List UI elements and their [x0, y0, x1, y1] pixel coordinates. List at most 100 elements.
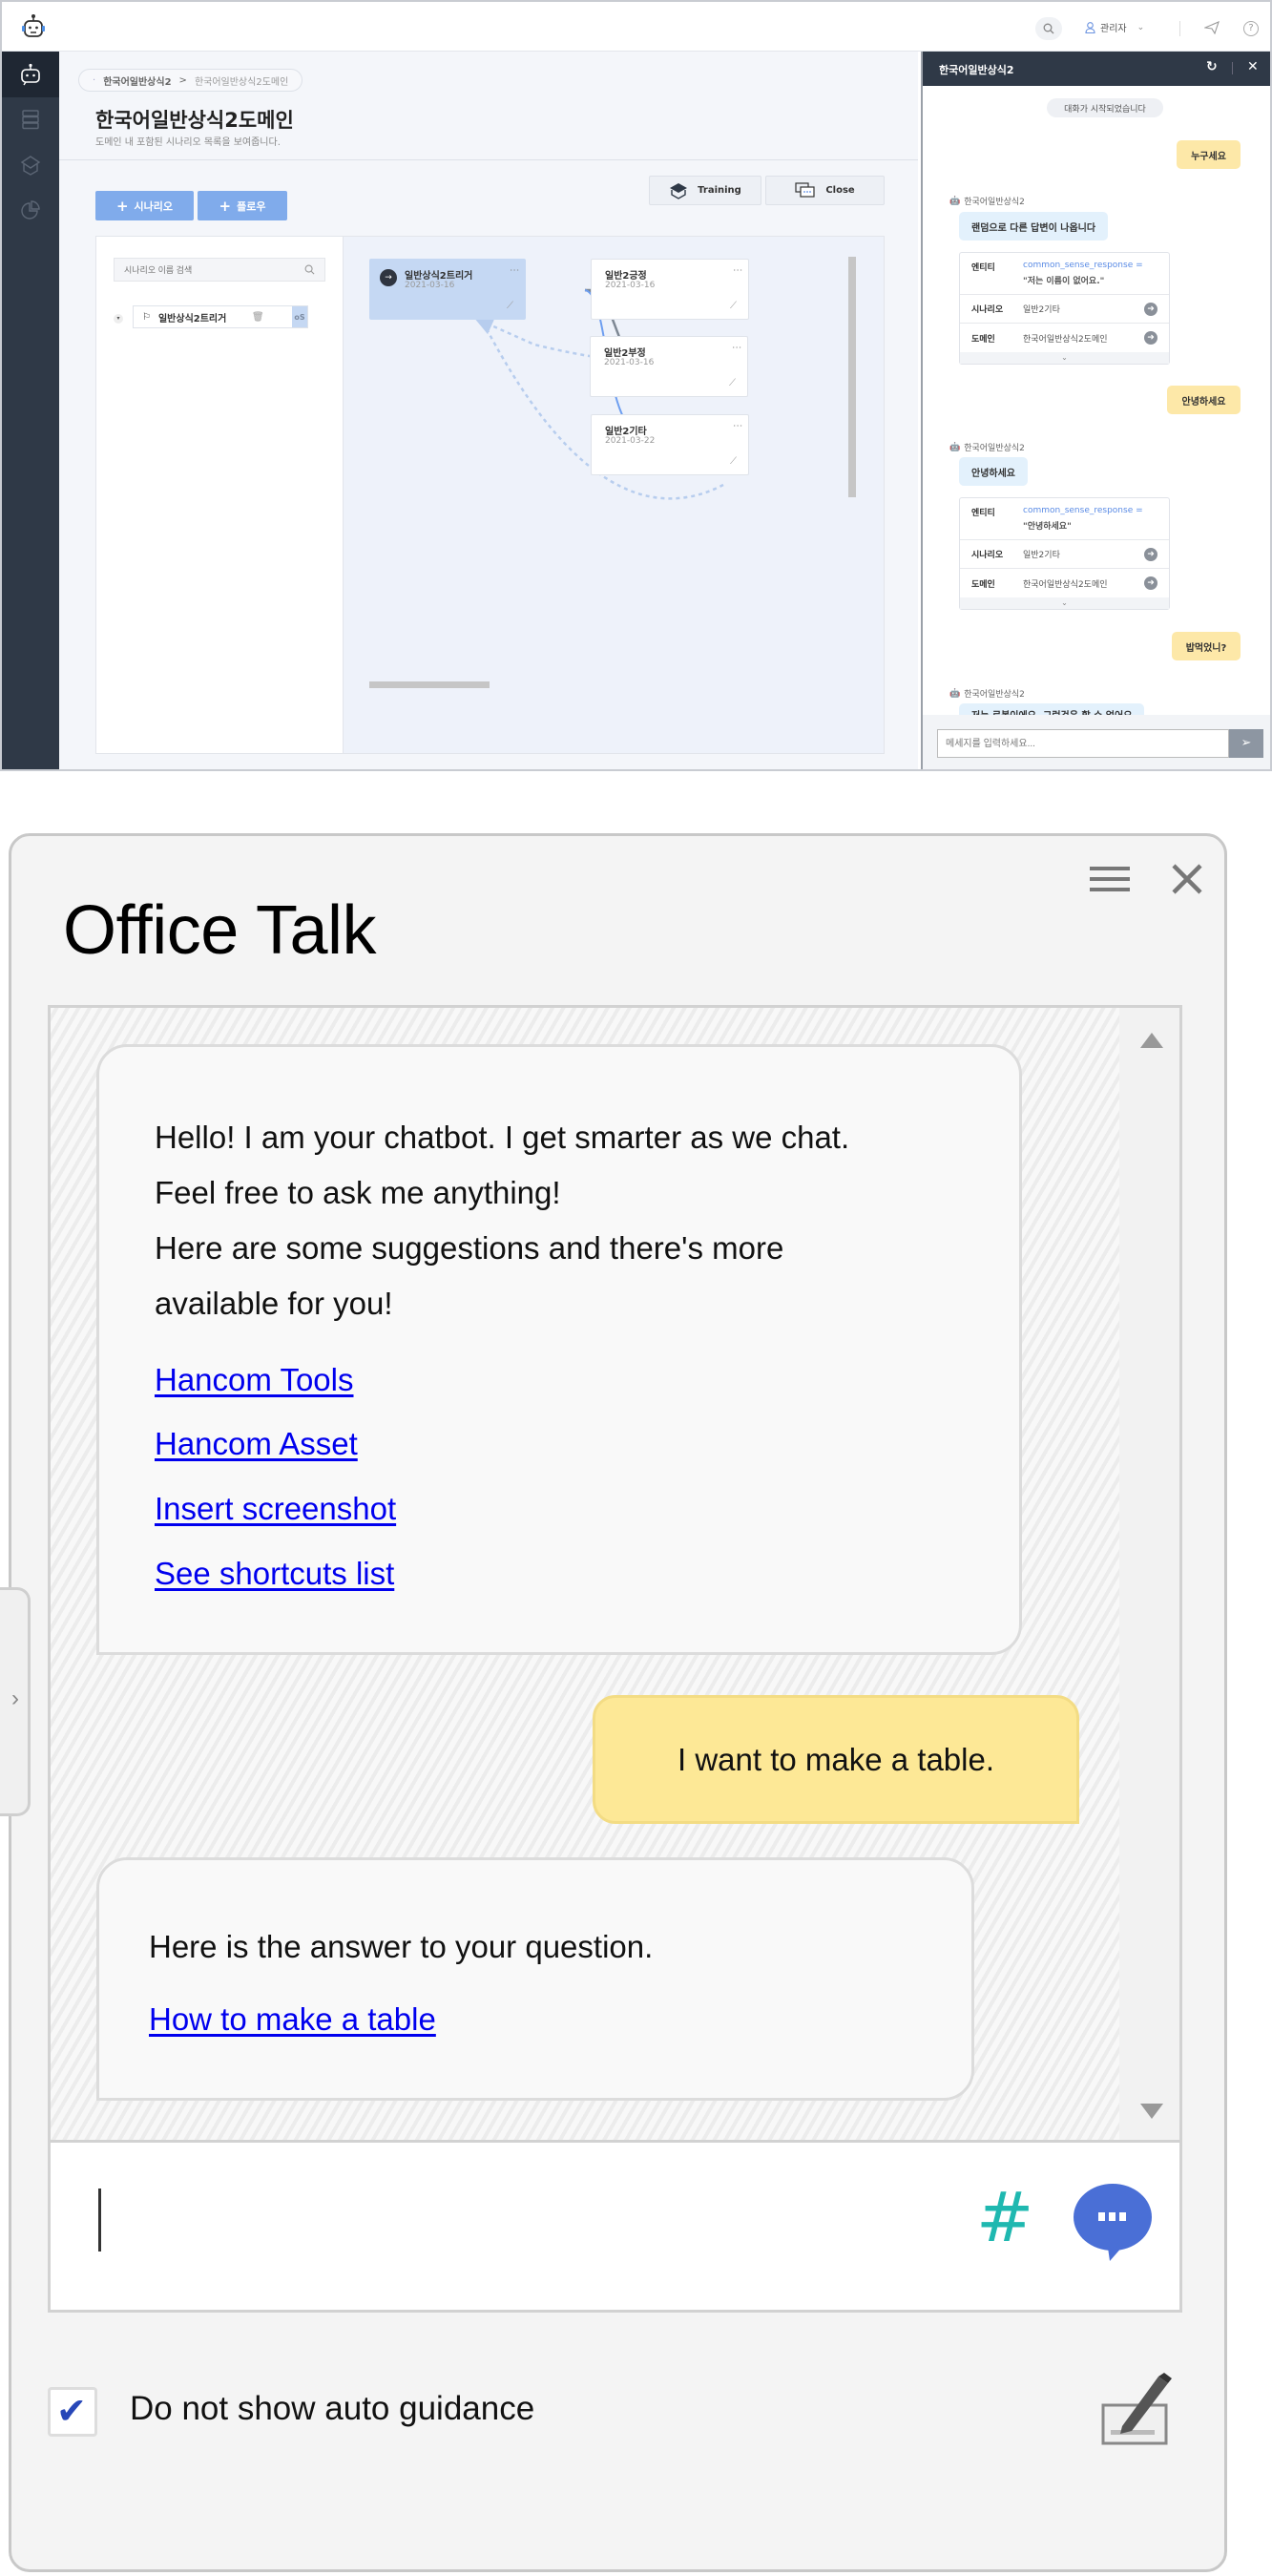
flow-node[interactable]: 일반2긍정 2021-03-16 ⋮ ⟋ — [591, 259, 749, 320]
close-icon[interactable] — [1171, 863, 1203, 895]
scenario-value: 일반2기타 — [1023, 305, 1060, 315]
hashtag-icon[interactable]: # — [976, 2171, 1033, 2263]
trash-icon[interactable]: 🗑 — [252, 312, 264, 323]
node-title: 일반2긍정 — [605, 271, 647, 282]
answer-link[interactable]: How to make a table — [149, 2001, 436, 2038]
close-label: Close — [825, 185, 855, 196]
link-icon[interactable]: ⟋ — [729, 378, 736, 388]
chat-test-panel: 한국어일반상식2 ↻ ✕ 대화가 시작되었습니다 누구세요 🤖 한국어일반상식2 … — [921, 52, 1270, 769]
scenario-search-field[interactable] — [114, 258, 325, 282]
bot-answer-bubble: Here is the answer to your question. How… — [96, 1857, 974, 2101]
flow-node[interactable]: 일반2부정 2021-03-16 ⋮ ⟋ — [590, 336, 748, 397]
sidebar-item-training[interactable] — [2, 143, 59, 187]
flow-canvas[interactable]: → 일반상식2트리거 2021-03-16 ⋮ ⟋ 일반2긍정 2021-03-… — [344, 236, 885, 754]
chevron-down-icon: ⌄ — [1136, 22, 1145, 32]
auto-guidance-label[interactable]: Do not show auto guidance — [130, 2390, 534, 2428]
sidebar-item-database[interactable] — [2, 97, 59, 141]
message-input-box[interactable]: # — [48, 2143, 1182, 2313]
close-button[interactable]: Close — [765, 176, 885, 205]
link-icon[interactable]: ⟋ — [730, 456, 737, 467]
link-icon[interactable]: ⟋ — [507, 301, 513, 311]
arrow-right-icon[interactable]: ➜ — [1144, 331, 1157, 345]
tree-item-scenario[interactable]: ⚐ 일반상식2트리거 🗑 oS — [133, 305, 308, 328]
expand-toggle[interactable]: ▾ — [114, 314, 123, 324]
arrow-right-icon[interactable]: ➜ — [1144, 547, 1157, 561]
entry-icon: → — [380, 269, 397, 286]
scenario-label: 시나리오 — [971, 551, 1004, 560]
close-icon[interactable]: ✕ — [1247, 59, 1259, 74]
plus-icon: + — [115, 197, 129, 215]
robot-icon — [21, 63, 40, 86]
user-menu[interactable]: 관리자 ⌄ — [1085, 20, 1144, 34]
more-options-icon[interactable]: ⋮ — [509, 265, 519, 275]
chat-message-input[interactable] — [937, 729, 1229, 758]
bot-message: 랜덤으로 다른 답변이 나옵니다 — [959, 212, 1109, 241]
chat-bubble-icon[interactable] — [1070, 2181, 1156, 2262]
suggestion-link-insert-screenshot[interactable]: Insert screenshot — [155, 1491, 396, 1527]
scenario-label: 시나리오 — [971, 305, 1004, 315]
add-scenario-button[interactable]: + 시나리오 — [95, 191, 194, 220]
bot-label: 🤖 한국어일반상식2 — [949, 441, 1025, 454]
scrollbar[interactable] — [1119, 1008, 1179, 2140]
scroll-down-arrow-icon[interactable] — [1140, 2104, 1163, 2119]
scenario-search-input[interactable] — [124, 264, 286, 275]
chat-title: 한국어일반상식2 — [939, 64, 1014, 76]
user-message-bubble: I want to make a table. — [593, 1695, 1079, 1824]
robot-logo-icon[interactable] — [21, 13, 46, 40]
page-subtitle: 도메인 내 포함된 시나리오 목록을 보여줍니다. — [95, 137, 281, 148]
link-icon[interactable]: ⟋ — [730, 301, 737, 311]
add-scenario-label: 시나리오 — [134, 199, 174, 213]
flow-node-trigger[interactable]: → 일반상식2트리거 2021-03-16 ⋮ ⟋ — [369, 259, 526, 320]
response-info-card: 엔티티 common_sense_response = "저는 이름이 없어요." … — [959, 252, 1170, 365]
more-options-icon[interactable]: ⋮ — [731, 343, 741, 352]
arrow-right-icon[interactable]: ➜ — [1144, 576, 1157, 590]
user-icon — [1085, 21, 1095, 33]
horizontal-scrollbar[interactable] — [369, 681, 490, 688]
more-options-icon[interactable]: ⋮ — [732, 265, 742, 275]
suggestion-link-hancom-tools[interactable]: Hancom Tools — [155, 1362, 354, 1398]
response-info-card: 엔티티 common_sense_response = "안녕하세요" 시나리오 일반… — [959, 497, 1170, 610]
bot-name: 한국어일반상식2 — [964, 444, 1025, 453]
bot-label: 🤖 한국어일반상식2 — [949, 195, 1025, 208]
entity-name: common_sense_response = — [1023, 506, 1143, 515]
sidebar-item-statistics[interactable] — [2, 189, 59, 233]
send-button[interactable]: ➢ — [1229, 729, 1263, 758]
domain-label: 도메인 — [971, 334, 995, 345]
breadcrumb-item[interactable]: 한국어일반상식2 — [103, 73, 171, 88]
scroll-up-arrow-icon[interactable] — [1140, 1033, 1163, 1048]
domain-label: 도메인 — [971, 579, 995, 590]
suggestion-link-shortcuts[interactable]: See shortcuts list — [155, 1556, 394, 1592]
sidebar-item-chatbot[interactable] — [2, 52, 59, 97]
help-icon[interactable]: ? — [1243, 21, 1259, 36]
add-flow-label: 플로우 — [237, 199, 266, 213]
entity-label: 엔티티 — [971, 263, 995, 273]
refresh-icon[interactable]: ↻ — [1206, 59, 1218, 74]
edit-note-icon[interactable] — [1099, 2371, 1174, 2447]
flow-link-icon[interactable]: oS — [292, 306, 307, 327]
add-flow-button[interactable]: + 플로우 — [198, 191, 287, 220]
bot-label: 🤖 한국어일반상식2 — [949, 687, 1025, 701]
more-options-icon[interactable]: ⋮ — [732, 421, 742, 430]
arrow-right-icon[interactable]: ➜ — [1144, 302, 1157, 316]
scenario-value: 일반2기타 — [1023, 551, 1060, 560]
node-title: 일반2부정 — [604, 348, 646, 359]
node-date: 2021-03-22 — [605, 436, 656, 446]
bot-message-bubble: Hello! I am your chatbot. I get smarter … — [96, 1044, 1022, 1655]
send-icon: ➢ — [1241, 736, 1252, 750]
graduation-cap-icon — [20, 156, 41, 176]
auto-guidance-checkbox[interactable]: ✔ — [48, 2387, 97, 2437]
header-divider — [59, 159, 918, 160]
vertical-scrollbar[interactable] — [848, 257, 856, 497]
bot-name: 한국어일반상식2 — [964, 690, 1025, 700]
chevron-down-icon[interactable]: ⌄ — [960, 352, 1169, 364]
flow-node[interactable]: 일반2기타 2021-03-22 ⋮ ⟋ — [591, 414, 749, 475]
training-button[interactable]: Training — [649, 176, 761, 205]
page-title: 한국어일반상식2도메인 — [95, 109, 294, 132]
menu-icon[interactable] — [1090, 865, 1130, 893]
side-collapse-tab[interactable]: › — [0, 1587, 31, 1816]
search-button[interactable] — [1035, 17, 1062, 40]
send-paper-plane-icon[interactable] — [1204, 21, 1220, 34]
user-message: 누구세요 — [1177, 140, 1241, 169]
suggestion-link-hancom-asset[interactable]: Hancom Asset — [155, 1426, 358, 1462]
chevron-down-icon[interactable]: ⌄ — [960, 597, 1169, 609]
